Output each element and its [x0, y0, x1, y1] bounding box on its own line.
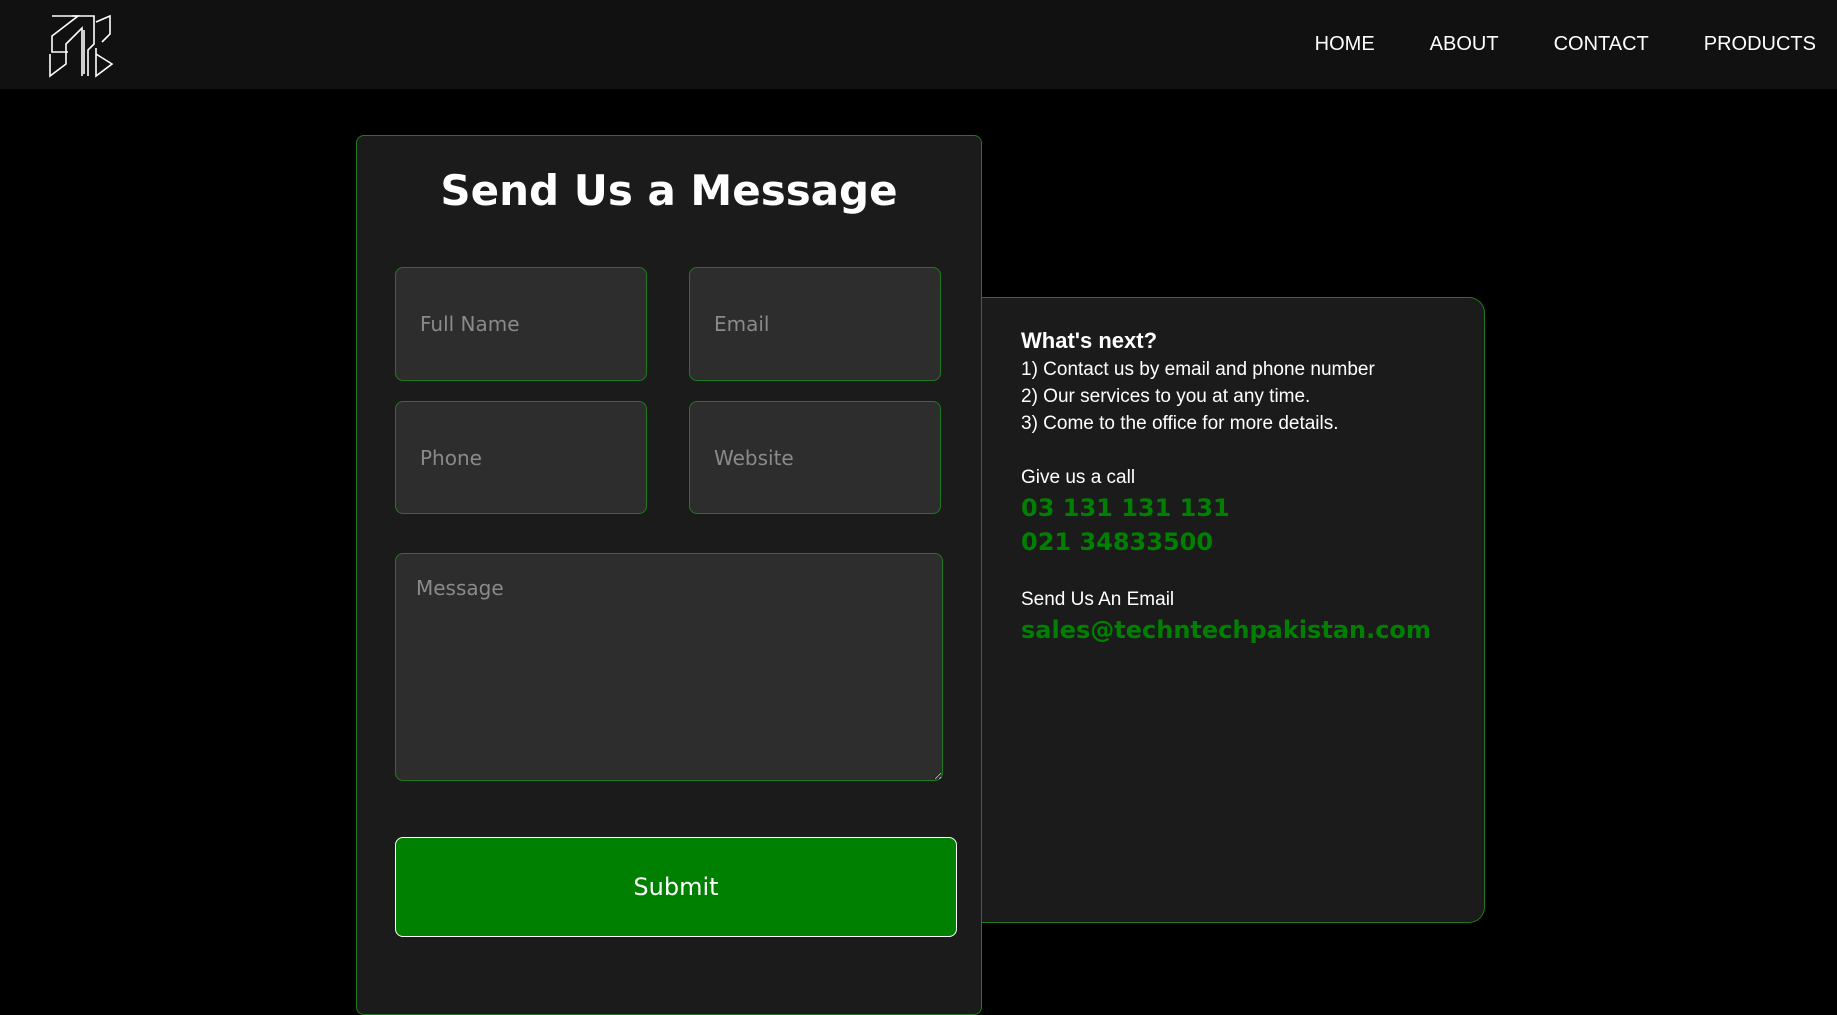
- phone-number-link[interactable]: 021 34833500: [1021, 528, 1213, 556]
- message-textarea[interactable]: [395, 553, 943, 781]
- email-link[interactable]: sales@techntechpakistan.com: [1021, 616, 1431, 644]
- submit-button[interactable]: Submit: [395, 837, 957, 937]
- website-input[interactable]: [689, 401, 941, 514]
- call-label: Give us a call: [1021, 467, 1136, 488]
- contact-info-card: What's next? 1) Contact us by email and …: [982, 297, 1485, 923]
- form-title: Send Us a Message: [440, 166, 898, 215]
- brand-logo-icon[interactable]: [48, 14, 114, 78]
- full-name-input[interactable]: [395, 267, 647, 381]
- next-step-item: 1) Contact us by email and phone number: [1021, 359, 1375, 380]
- whats-next-heading: What's next?: [1021, 328, 1158, 353]
- top-navbar: HOME ABOUT CONTACT PRODUCTS: [0, 0, 1837, 89]
- nav-products-link[interactable]: PRODUCTS: [1704, 33, 1816, 56]
- next-step-item: 3) Come to the office for more details.: [1021, 413, 1339, 434]
- next-step-item: 2) Our services to you at any time.: [1021, 386, 1311, 407]
- nav-about-link[interactable]: ABOUT: [1430, 33, 1499, 56]
- email-input[interactable]: [689, 267, 941, 381]
- phone-input[interactable]: [395, 401, 647, 514]
- phone-number-link[interactable]: 03 131 131 131: [1021, 494, 1230, 522]
- nav-contact-link[interactable]: CONTACT: [1554, 33, 1649, 56]
- email-label: Send Us An Email: [1021, 589, 1175, 610]
- main-nav: HOME ABOUT CONTACT PRODUCTS: [1260, 0, 1816, 89]
- nav-home-link[interactable]: HOME: [1315, 33, 1375, 56]
